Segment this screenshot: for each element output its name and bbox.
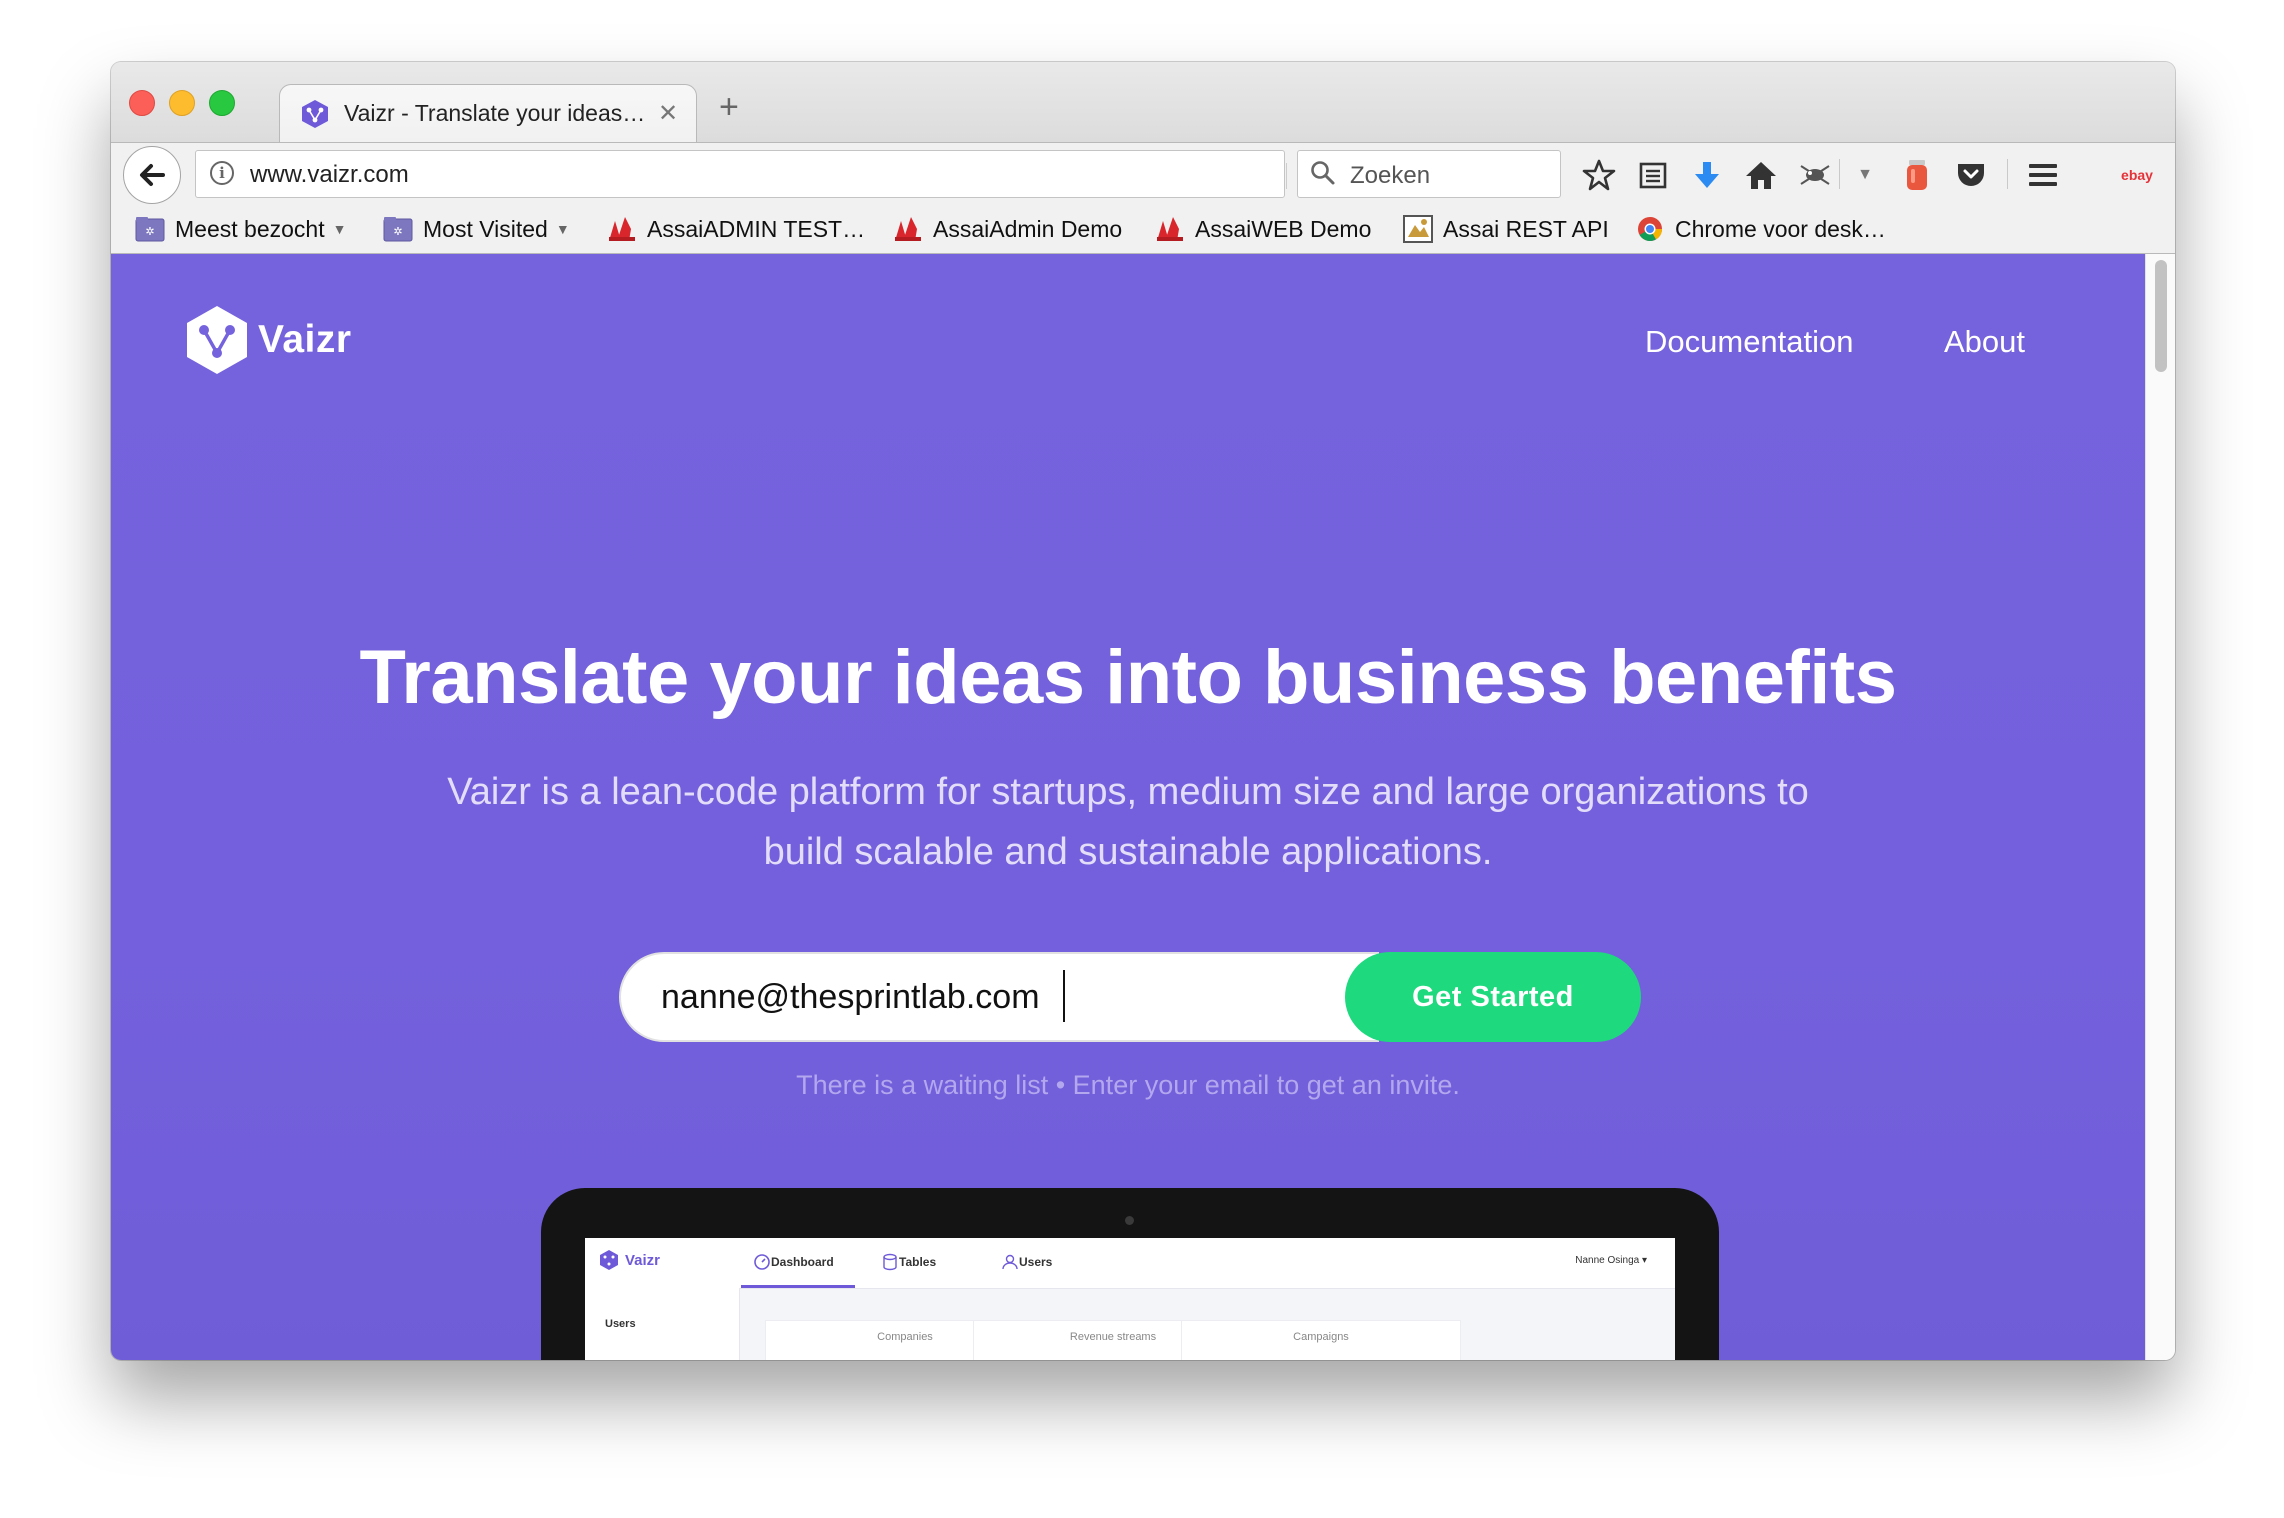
signup-form: Get Started: [619, 952, 1641, 1042]
search-bar[interactable]: Zoeken: [1297, 150, 1561, 198]
assai-icon: [609, 217, 635, 241]
reading-list-icon[interactable]: [1635, 157, 1671, 193]
bookmarks-bar: ✲ Meest bezocht ▼ ✲ Most Visited ▼ Assai…: [111, 204, 2175, 254]
star-icon[interactable]: [1581, 157, 1617, 193]
dashboard-icon: [754, 1254, 770, 1270]
app-preview-logo: Vaizr: [599, 1249, 660, 1271]
web-page: Vaizr Documentation About Translate your…: [111, 254, 2145, 1360]
app-preview-sidebar: Users: [585, 1288, 740, 1360]
minimize-window-button[interactable]: [169, 90, 195, 116]
vaizr-logo-icon: [600, 1250, 618, 1270]
search-placeholder[interactable]: Zoeken: [1350, 162, 1430, 190]
folder-icon: ✲: [383, 217, 413, 242]
pocket-icon[interactable]: [1953, 157, 1989, 193]
app-preview-screen: Vaizr Dashboard Tables Users Nanne Osing…: [585, 1238, 1675, 1360]
extension-icon[interactable]: [1797, 157, 1833, 193]
dropdown-icon[interactable]: ▼: [1847, 157, 1883, 193]
bookmark-meest-bezocht[interactable]: ✲ Meest bezocht ▼: [135, 212, 346, 246]
address-bar[interactable]: i www.vaizr.com: [195, 150, 1329, 198]
bookmark-label: AssaiADMIN TEST…: [647, 215, 866, 242]
site-info-icon[interactable]: i: [210, 161, 234, 185]
bookmark-label: AssaiWEB Demo: [1195, 215, 1372, 242]
active-tab-indicator: [741, 1285, 855, 1288]
ebay-icon[interactable]: ebay: [2119, 157, 2155, 193]
user-icon: [1002, 1254, 1018, 1270]
site-logo[interactable]: Vaizr: [184, 304, 352, 376]
navigation-bar: i www.vaizr.com Zoeken ▼ ebay: [111, 142, 2175, 204]
back-button[interactable]: [123, 146, 181, 204]
app-preview-tab-dashboard: Dashboard: [753, 1253, 834, 1271]
database-icon: [883, 1253, 897, 1271]
bookmark-label: Most Visited: [423, 215, 548, 242]
close-window-button[interactable]: [129, 90, 155, 116]
app-preview-tab-tables: Tables: [881, 1253, 936, 1271]
home-icon[interactable]: [1743, 157, 1779, 193]
nav-documentation-link[interactable]: Documentation: [1645, 324, 1854, 360]
svg-text:✲: ✲: [145, 226, 154, 238]
app-preview-header: Vaizr Dashboard Tables Users Nanne Osing…: [585, 1238, 1675, 1289]
bookmark-most-visited[interactable]: ✲ Most Visited ▼: [383, 212, 570, 246]
app-preview-tab-users: Users: [1001, 1253, 1052, 1271]
vaizr-logo-icon: [187, 306, 247, 374]
maximize-window-button[interactable]: [209, 90, 235, 116]
laptop-camera: [1125, 1216, 1134, 1225]
app-preview-sidebar-label: Users: [605, 1318, 636, 1330]
tab-title: Vaizr - Translate your ideas…: [344, 100, 646, 126]
chevron-down-icon: ▼: [555, 221, 570, 237]
bookmark-assaiadmin-test[interactable]: AssaiADMIN TEST…: [607, 212, 865, 246]
chevron-down-icon: ▼: [332, 221, 347, 237]
app-preview-card: Campaigns: [1181, 1320, 1461, 1360]
bookmark-assaiadmin-demo[interactable]: AssaiAdmin Demo: [893, 212, 1122, 246]
browser-window: Vaizr - Translate your ideas… ✕ + i www.…: [111, 62, 2175, 1360]
app-preview-tab-label: Users: [1019, 1255, 1053, 1269]
brand-name: Vaizr: [258, 318, 352, 361]
hero-subtitle: Vaizr is a lean-code platform for startu…: [447, 771, 1809, 873]
hero-title: Translate your ideas into business benef…: [359, 635, 1897, 720]
toolbar-divider: [2007, 159, 2008, 189]
svg-text:✲: ✲: [393, 226, 402, 238]
url-divider: [1286, 163, 1287, 189]
bookmark-label: AssaiAdmin Demo: [933, 215, 1123, 242]
api-icon: [1403, 215, 1433, 243]
app-preview-brand: Vaizr: [625, 1251, 661, 1269]
bookmark-label: Meest bezocht: [175, 215, 325, 242]
tab-strip: Vaizr - Translate your ideas… ✕ +: [111, 62, 2175, 142]
card-title: Campaigns: [1293, 1331, 1349, 1343]
bookmark-chrome-voor-desktop[interactable]: Chrome voor desk…: [1635, 212, 1886, 246]
page-scrollbar[interactable]: [2145, 254, 2175, 1360]
browser-tab-vaizr[interactable]: Vaizr - Translate your ideas… ✕: [279, 84, 697, 142]
vaizr-favicon-icon: [302, 99, 328, 128]
bookmark-assaiweb-demo[interactable]: AssaiWEB Demo: [1155, 212, 1371, 246]
menu-icon[interactable]: [2025, 157, 2061, 193]
download-icon[interactable]: [1689, 157, 1725, 193]
toolbar-divider: [1839, 159, 1840, 189]
bookmark-label: Chrome voor desk…: [1675, 215, 1886, 242]
email-input[interactable]: [619, 952, 1379, 1042]
bookmark-label: Assai REST API: [1443, 215, 1609, 242]
get-started-button[interactable]: Get Started: [1345, 952, 1641, 1042]
scrollbar-thumb[interactable]: [2155, 260, 2167, 372]
assai-icon: [1157, 217, 1183, 241]
url-text[interactable]: www.vaizr.com: [250, 161, 409, 189]
extension-jar-icon[interactable]: [1899, 157, 1935, 193]
nav-about-link[interactable]: About: [1944, 324, 2025, 360]
waiting-list-hint: There is a waiting list • Enter your ema…: [796, 1070, 1460, 1100]
folder-icon: ✲: [135, 217, 165, 242]
text-cursor: [1063, 970, 1065, 1022]
chrome-icon: [1638, 217, 1662, 242]
arrow-left-icon: [140, 164, 165, 186]
search-icon: [1311, 161, 1335, 185]
app-preview-tab-label: Dashboard: [771, 1255, 834, 1269]
laptop-mockup: Vaizr Dashboard Tables Users Nanne Osing…: [541, 1188, 1719, 1360]
tab-close-icon[interactable]: ✕: [654, 99, 682, 128]
bookmark-assai-rest-api[interactable]: Assai REST API: [1403, 212, 1609, 246]
app-preview-user: Nanne Osinga ▾: [1575, 1255, 1647, 1266]
new-tab-button[interactable]: +: [719, 90, 739, 124]
assai-icon: [895, 217, 921, 241]
app-preview-tab-label: Tables: [899, 1255, 937, 1269]
